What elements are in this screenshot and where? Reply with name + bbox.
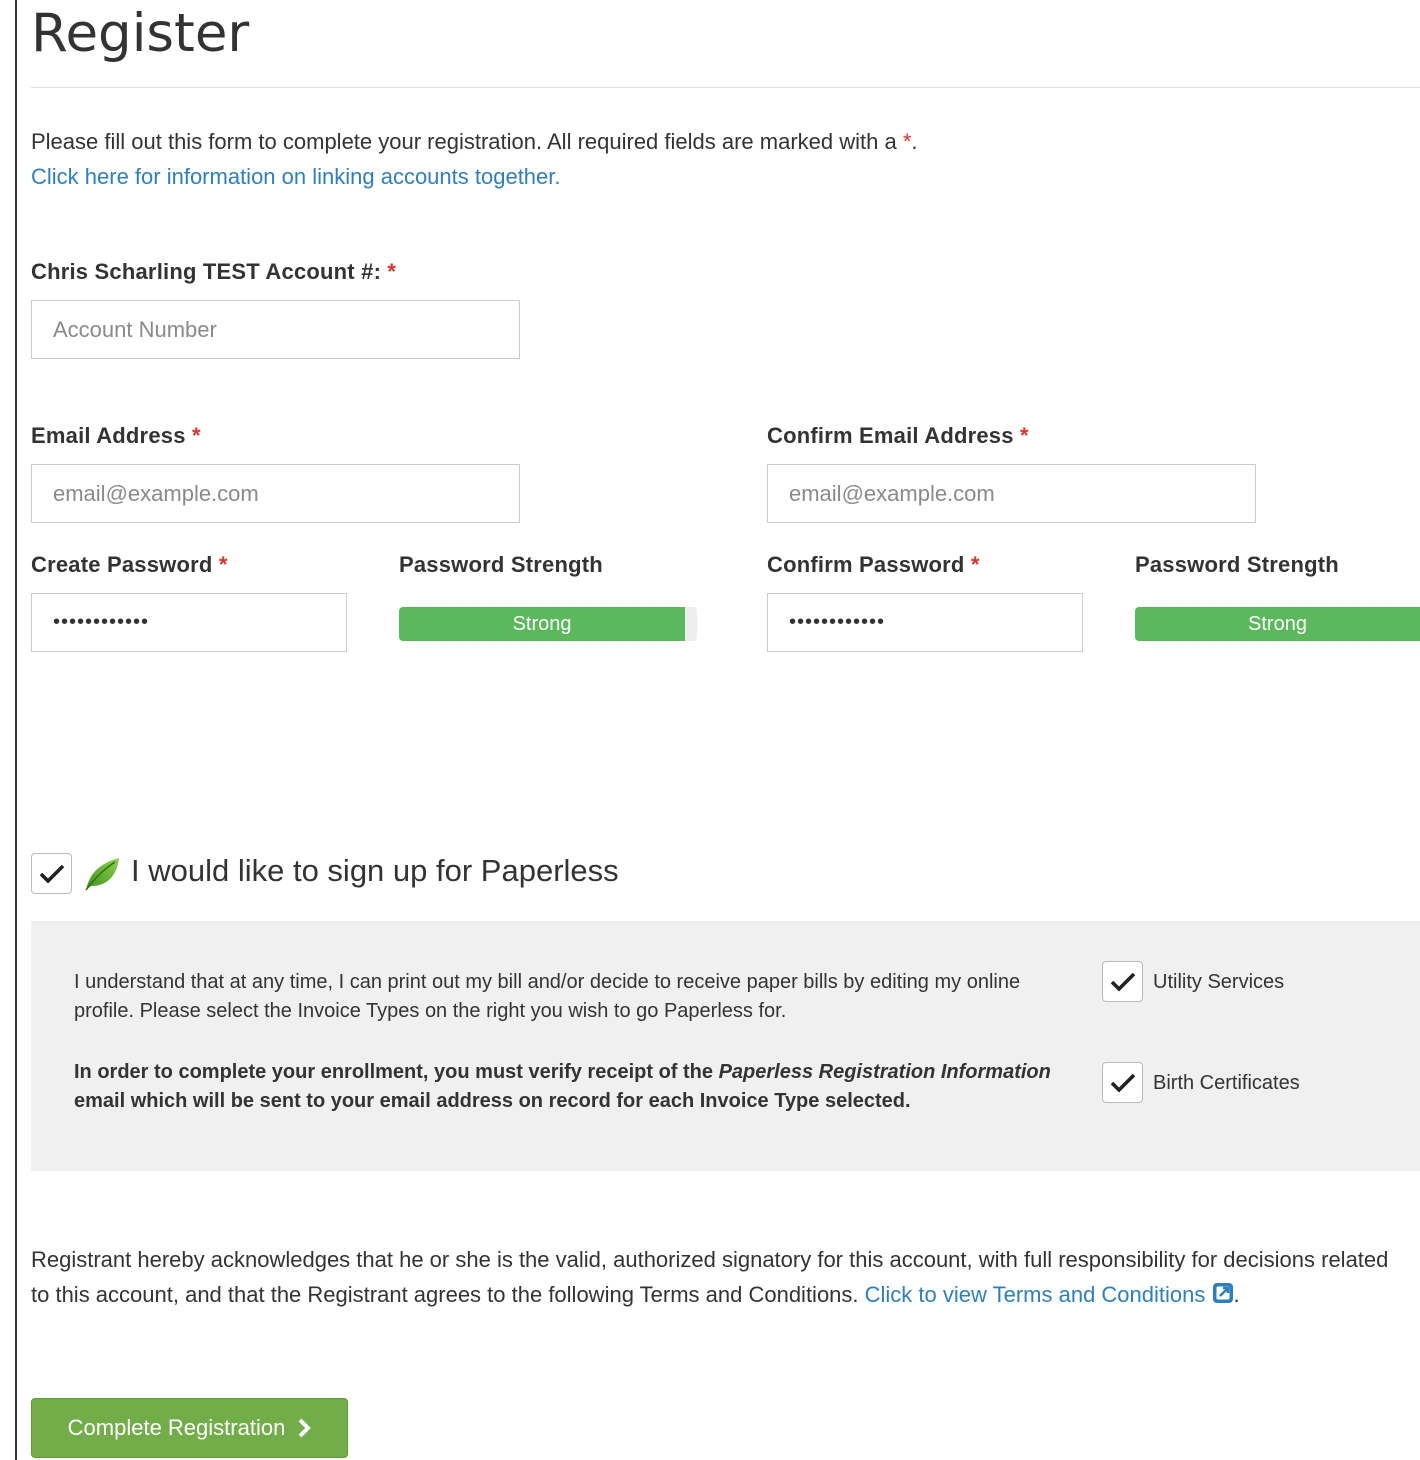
complete-registration-label: Complete Registration bbox=[67, 1415, 286, 1440]
paperless-info-text: I understand that at any time, I can pri… bbox=[74, 971, 1021, 1022]
paperless-label: I would like to sign up for Paperless bbox=[131, 853, 619, 888]
create-password-label-text: Create Password bbox=[31, 552, 213, 577]
required-asterisk: * bbox=[970, 552, 980, 577]
paperless-verify-text: In order to complete your enrollment, yo… bbox=[74, 1058, 1074, 1116]
invoice-type-checkbox-birth[interactable] bbox=[1102, 1062, 1143, 1103]
chevron-right-icon bbox=[298, 1418, 312, 1438]
intro-text: Please fill out this form to complete yo… bbox=[31, 129, 903, 154]
invoice-type-label-utility: Utility Services bbox=[1153, 971, 1285, 993]
verify-text-italic: Paperless Registration Information bbox=[718, 1061, 1051, 1083]
terms-link[interactable]: Click to view Terms and Conditions bbox=[865, 1282, 1234, 1307]
password-strength-label: Password Strength bbox=[399, 552, 603, 577]
email-label: Email Address * bbox=[31, 423, 201, 449]
paperless-info-panel bbox=[31, 921, 1420, 1171]
create-password-label: Create Password * bbox=[31, 552, 228, 578]
create-password-input[interactable] bbox=[31, 593, 347, 652]
intro-block: Please fill out this form to complete yo… bbox=[31, 124, 1391, 194]
terms-period: . bbox=[1233, 1282, 1240, 1307]
confirm-email-label-text: Confirm Email Address bbox=[767, 423, 1014, 448]
terms-link-text: Click to view Terms and Conditions bbox=[864, 1282, 1206, 1307]
verify-text-part-2: email which will be sent to your email a… bbox=[74, 1090, 911, 1112]
paperless-checkbox[interactable] bbox=[31, 853, 72, 894]
terms-paragraph: Registrant hereby acknowledges that he o… bbox=[31, 1242, 1411, 1312]
external-link-icon bbox=[1212, 1283, 1233, 1303]
confirm-password-strength-meter: Strong bbox=[1135, 607, 1420, 641]
intro-period: . bbox=[911, 129, 918, 154]
confirm-password-strength-fill: Strong bbox=[1135, 607, 1420, 641]
invoice-type-checkbox-utility[interactable] bbox=[1102, 961, 1143, 1002]
verify-text-part-1: In order to complete your enrollment, yo… bbox=[74, 1061, 719, 1083]
password-strength-meter: Strong bbox=[399, 607, 697, 641]
required-asterisk: * bbox=[191, 423, 201, 448]
confirm-email-input[interactable] bbox=[767, 464, 1256, 523]
page-title: Register bbox=[31, 3, 250, 64]
confirm-password-label: Confirm Password * bbox=[767, 552, 980, 578]
checkmark-icon bbox=[1110, 972, 1135, 992]
account-number-label: Chris Scharling TEST Account #: * bbox=[31, 259, 396, 285]
account-number-label-text: Chris Scharling TEST Account #: bbox=[31, 259, 382, 284]
confirm-email-label: Confirm Email Address * bbox=[767, 423, 1029, 449]
leaf-icon bbox=[85, 858, 119, 891]
title-divider bbox=[31, 87, 1420, 88]
linking-accounts-link[interactable]: Click here for information on linking ac… bbox=[31, 164, 561, 189]
checkmark-icon bbox=[1110, 1073, 1135, 1093]
confirm-password-input[interactable] bbox=[767, 593, 1083, 652]
required-asterisk: * bbox=[1019, 423, 1029, 448]
email-input[interactable] bbox=[31, 464, 520, 523]
password-strength-fill: Strong bbox=[399, 607, 686, 641]
confirm-password-label-text: Confirm Password bbox=[767, 552, 965, 577]
confirm-password-strength-label: Password Strength bbox=[1135, 552, 1339, 577]
checkmark-icon bbox=[39, 864, 64, 884]
email-label-text: Email Address bbox=[31, 423, 186, 448]
left-border bbox=[15, 0, 17, 1460]
invoice-type-label-birth: Birth Certificates bbox=[1153, 1072, 1300, 1094]
complete-registration-button[interactable]: Complete Registration bbox=[31, 1398, 348, 1458]
required-asterisk: * bbox=[387, 259, 397, 284]
required-asterisk: * bbox=[218, 552, 228, 577]
account-number-input[interactable] bbox=[31, 300, 520, 359]
